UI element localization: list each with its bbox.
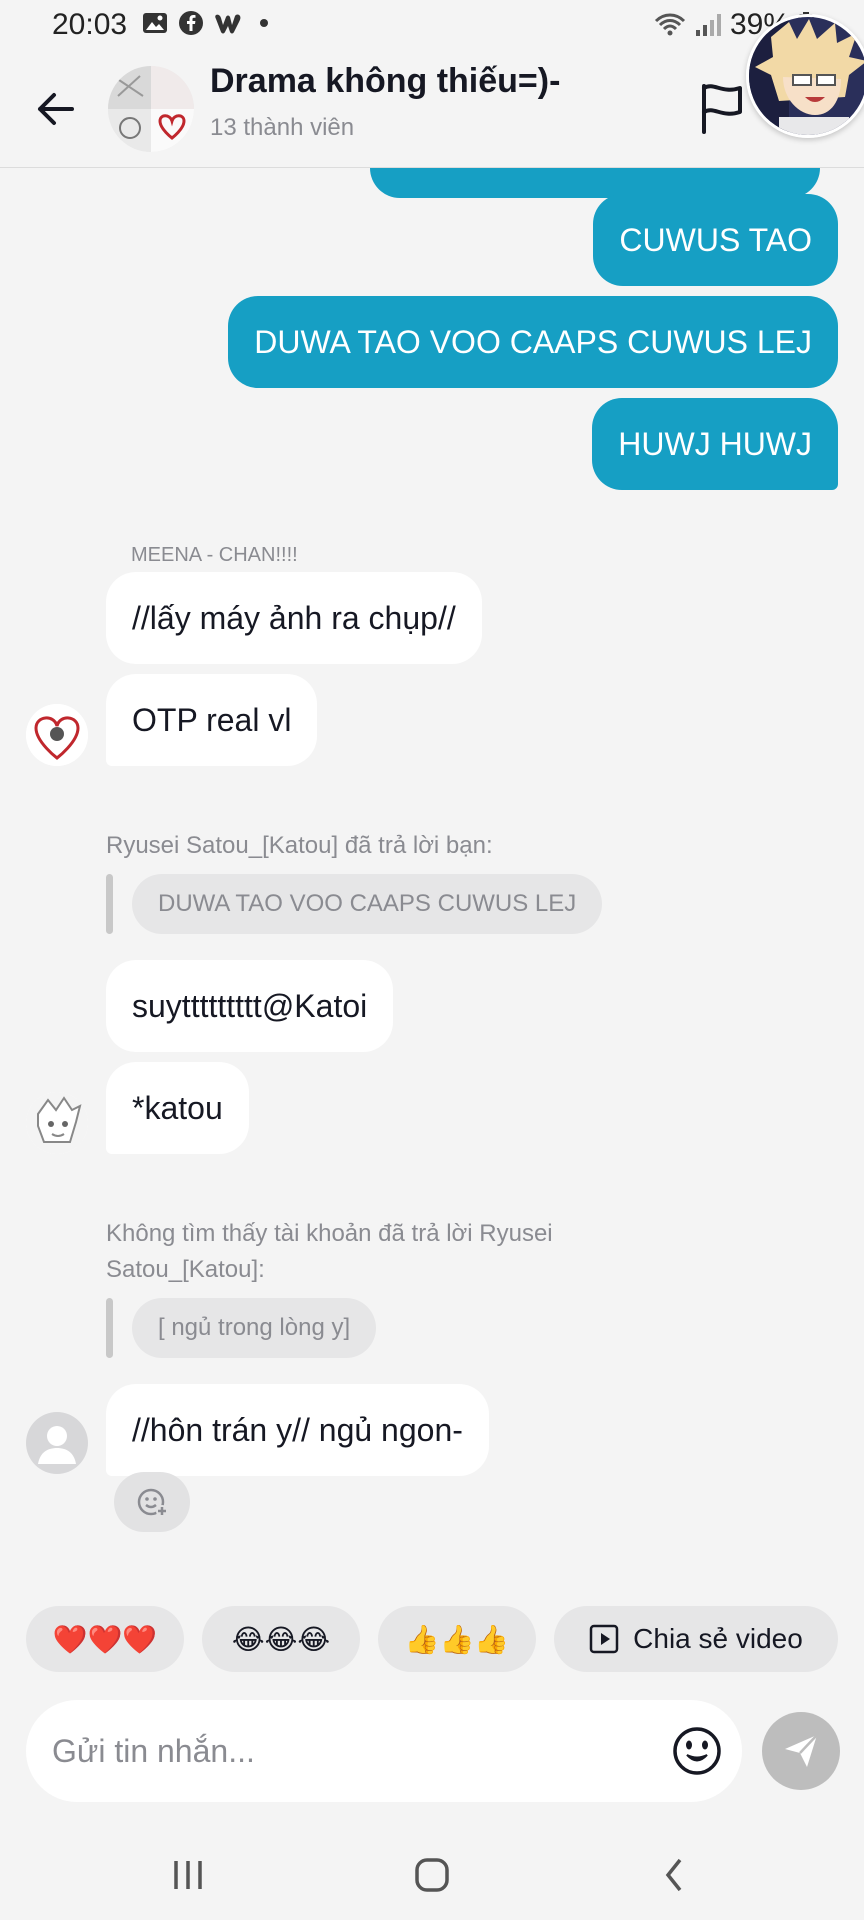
- video-play-icon: [589, 1624, 619, 1654]
- share-video-label: Chia sẻ video: [633, 1623, 803, 1654]
- more-notifications-dot: [260, 19, 268, 27]
- message-input-container: [26, 1700, 742, 1802]
- incoming-message[interactable]: //hôn trán y// ngủ ngon-: [106, 1384, 489, 1476]
- chat-header: Drama không thiếu=)- 13 thành viên: [0, 52, 864, 168]
- report-button[interactable]: [696, 80, 748, 136]
- reply-notice: Ryusei Satou_[Katou] đã trả lời bạn:: [106, 832, 493, 859]
- default-avatar[interactable]: [26, 1412, 88, 1474]
- quote-bar: [106, 1298, 113, 1358]
- back-button[interactable]: [30, 84, 80, 134]
- quote-bar: [106, 874, 113, 934]
- heart-avatar-image: [26, 704, 88, 766]
- incoming-message[interactable]: //lấy máy ảnh ra chụp//: [106, 572, 482, 664]
- message-input[interactable]: [52, 1700, 652, 1802]
- share-video-button[interactable]: Chia sẻ video: [554, 1606, 838, 1672]
- system-nav-bar: [0, 1820, 864, 1920]
- wifi-icon: [654, 13, 686, 36]
- outgoing-message[interactable]: DUWA TAO VOO CAAPS CUWUS LEJ: [228, 296, 838, 388]
- signal-icon: [695, 14, 721, 36]
- recent-apps-button[interactable]: [158, 1850, 218, 1900]
- incoming-message[interactable]: suyttttttttt@Katoi: [106, 960, 394, 1052]
- sender-name: MEENA - CHAN!!!!: [131, 544, 298, 566]
- status-time: 20:03: [52, 8, 128, 41]
- notification-icons: [142, 10, 268, 36]
- group-name: Drama không thiếu=)-: [210, 62, 561, 100]
- chat-messages[interactable]: CUWUS TAO DUWA TAO VOO CAAPS CUWUS LEJ H…: [0, 168, 864, 1598]
- incoming-message[interactable]: *katou: [106, 1062, 249, 1154]
- anime-avatar-image: [749, 17, 864, 135]
- outgoing-message[interactable]: CUWUS TAO: [593, 194, 838, 286]
- home-button[interactable]: [402, 1850, 462, 1900]
- quick-reply-thumbs[interactable]: 👍👍👍: [378, 1606, 536, 1672]
- incoming-message[interactable]: OTP real vl: [106, 674, 318, 766]
- emoji-button[interactable]: [670, 1724, 724, 1778]
- outgoing-message[interactable]: HUWJ HUWJ: [592, 398, 838, 490]
- wattpad-icon: [215, 14, 241, 34]
- quoted-message[interactable]: [ ngủ trong lòng y]: [132, 1298, 377, 1358]
- sender-avatar[interactable]: [26, 1092, 88, 1154]
- add-emoji-icon: [137, 1488, 168, 1517]
- quoted-message[interactable]: DUWA TAO VOO CAAPS CUWUS LEJ: [132, 874, 603, 934]
- reply-notice: Không tìm thấy tài khoản đã trả lời Ryus…: [106, 1220, 553, 1283]
- quick-replies: ❤️❤️❤️ 😂😂😂 👍👍👍 Chia sẻ video: [26, 1606, 838, 1672]
- user-placeholder-icon: [38, 1426, 76, 1464]
- quick-reply-hearts[interactable]: ❤️❤️❤️: [26, 1606, 184, 1672]
- home-icon: [415, 1858, 449, 1892]
- smiley-icon: [673, 1727, 721, 1775]
- send-icon: [785, 1734, 818, 1767]
- floating-profile-avatar[interactable]: [746, 14, 864, 138]
- system-back-icon: [665, 1858, 682, 1892]
- recent-apps-icon: [174, 1861, 202, 1889]
- system-back-button[interactable]: [644, 1850, 704, 1900]
- sender-avatar[interactable]: [26, 704, 88, 766]
- sketch-avatar-image: [26, 1092, 88, 1154]
- back-arrow-icon: [38, 93, 74, 125]
- group-avatar-image: [108, 66, 194, 152]
- status-bar: 20:03 39%: [0, 0, 864, 52]
- member-count[interactable]: 13 thành viên: [210, 114, 354, 142]
- send-button[interactable]: [762, 1712, 840, 1790]
- facebook-icon: [179, 11, 203, 35]
- group-avatar[interactable]: [108, 66, 194, 152]
- gallery-icon: [143, 13, 167, 33]
- flag-icon: [702, 84, 742, 134]
- add-reaction-button[interactable]: [114, 1472, 190, 1532]
- quick-reply-laughs[interactable]: 😂😂😂: [202, 1606, 360, 1672]
